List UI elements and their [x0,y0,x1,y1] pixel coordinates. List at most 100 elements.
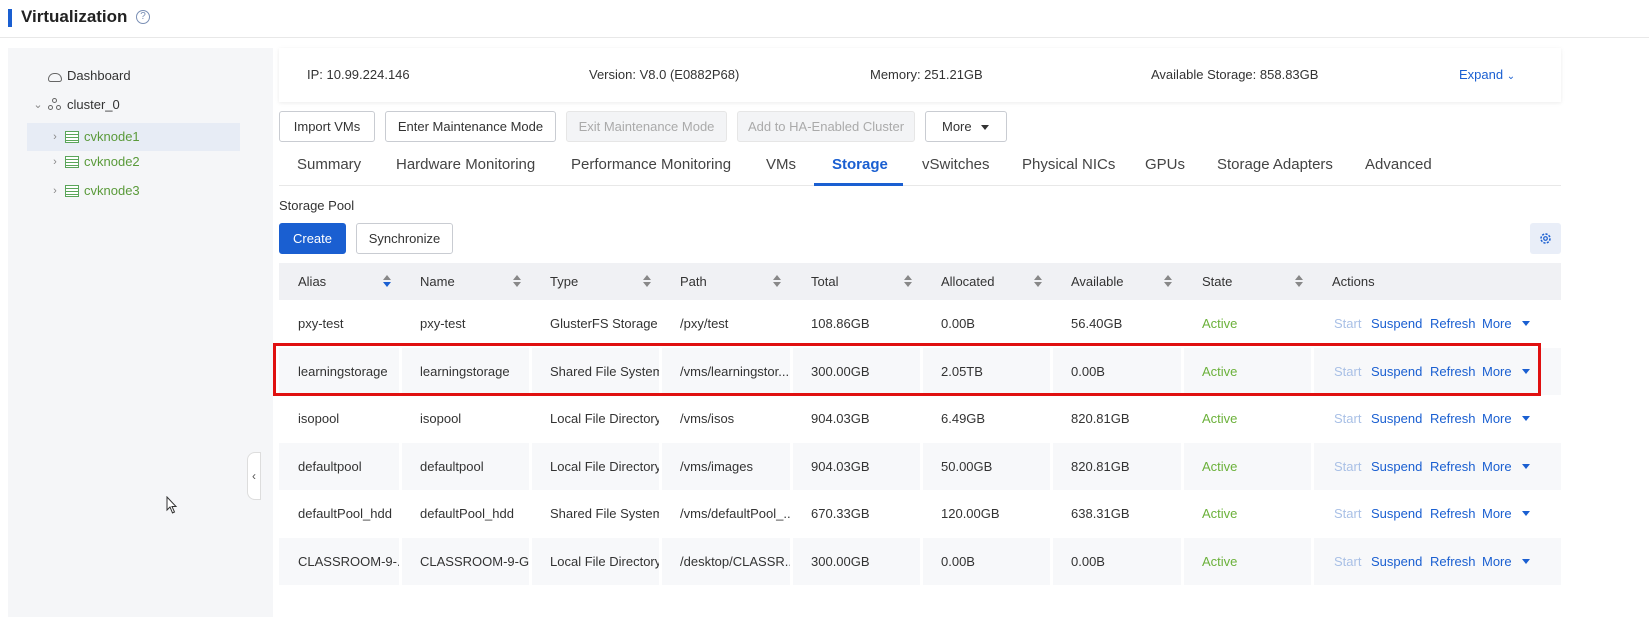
chevron-right-icon[interactable]: › [49,148,61,176]
chevron-right-icon[interactable]: › [49,123,61,151]
cell-state: Active [1202,506,1238,521]
gear-icon [1540,233,1551,244]
table-row[interactable]: isopool isopool Local File Directory/vms/i… [279,395,1561,443]
column-header-total[interactable]: Total [792,263,922,300]
caret-down-icon[interactable] [1522,511,1530,516]
more-action-link[interactable]: More [1482,490,1512,538]
exit-maintenance-button[interactable]: Exit Maintenance Mode [566,111,727,142]
column-header-type[interactable]: Type [531,263,661,300]
tab-advanced[interactable]: Advanced [1365,156,1432,173]
table-row[interactable]: CLASSROOM-9-... CLASSROOM-9-G... Local Fil… [279,537,1561,586]
column-divider [1050,442,1053,490]
tree-item-dashboard[interactable]: Dashboard [48,62,268,90]
create-button[interactable]: Create [279,223,346,254]
refresh-action-link[interactable]: Refresh [1430,300,1476,348]
column-divider [920,442,923,490]
column-divider [399,490,402,538]
enter-maintenance-button[interactable]: Enter Maintenance Mode [385,111,556,142]
sort-icon[interactable] [904,275,913,288]
tree-item-cvknode2[interactable]: › cvknode2 [27,148,240,176]
column-header-available[interactable]: Available [1052,263,1182,300]
suspend-action-link[interactable]: Suspend [1371,300,1422,348]
tab-storage-adapters[interactable]: Storage Adapters [1217,156,1333,173]
tab-vms[interactable]: VMs [766,156,796,173]
suspend-action-link[interactable]: Suspend [1371,538,1422,586]
tab-storage[interactable]: Storage [832,156,888,173]
tree-item-cvknode1[interactable]: › cvknode1 [27,123,240,151]
column-divider [659,537,662,585]
tree-item-cluster[interactable]: ⌄ cluster_0 [32,91,268,119]
sidebar-collapse-handle[interactable]: ‹ [247,452,261,500]
column-header-state[interactable]: State [1183,263,1313,300]
refresh-action-link[interactable]: Refresh [1430,395,1476,443]
expand-link[interactable]: Expand ⌄ [1459,67,1515,82]
cell-allocated: 50.00GB [941,458,993,474]
suspend-action-link[interactable]: Suspend [1371,490,1422,538]
sort-icon[interactable] [773,275,782,288]
cell-name: CLASSROOM-9-G... [420,553,531,569]
more-action-link[interactable]: More [1482,300,1512,348]
column-divider [1181,300,1184,348]
caret-down-icon[interactable] [1522,321,1530,326]
column-divider [529,490,532,538]
caret-down-icon[interactable] [1522,463,1530,469]
cell-allocated: 0.00B [941,553,975,569]
start-action-link[interactable]: Start [1334,490,1361,538]
table-row[interactable]: defaultPool_hdd defaultPool_hdd Shared Fil… [279,490,1561,538]
table-row[interactable]: pxy-test pxy-test GlusterFS Storage/pxy/te… [279,300,1561,348]
tab-vswitches[interactable]: vSwitches [922,156,990,173]
column-divider [529,300,532,348]
synchronize-button[interactable]: Synchronize [356,223,453,254]
host-memory: Memory: 251.21GB [870,67,983,82]
column-header-label: State [1202,274,1233,289]
column-divider [399,537,402,585]
start-action-link[interactable]: Start [1334,300,1361,348]
tab-hardware-monitoring[interactable]: Hardware Monitoring [396,156,535,173]
page-header: Virtualization ? [0,0,1649,38]
column-header-path[interactable]: Path [661,263,791,300]
tab-gpus[interactable]: GPUs [1145,156,1185,173]
tab-performance-monitoring[interactable]: Performance Monitoring [571,156,731,173]
cell-name: isopool [420,411,462,426]
start-action-link[interactable]: Start [1334,443,1361,491]
tree-item-label: cvknode3 [84,183,140,198]
start-action-link[interactable]: Start [1334,395,1361,443]
add-ha-cluster-button[interactable]: Add to HA-Enabled Cluster [737,111,915,142]
sort-icon[interactable] [643,275,652,288]
more-action-link[interactable]: More [1482,395,1512,443]
more-action-link[interactable]: More [1482,538,1512,586]
column-header-alias[interactable]: Alias [279,263,409,300]
column-divider [529,395,532,443]
cell-total: 300.00GB [811,553,870,569]
suspend-action-link[interactable]: Suspend [1371,443,1422,491]
tab-summary[interactable]: Summary [297,156,361,173]
sort-icon[interactable] [1295,275,1304,288]
more-dropdown-button[interactable]: More [925,111,1007,142]
sort-icon[interactable] [1034,275,1043,288]
refresh-action-link[interactable]: Refresh [1430,490,1476,538]
refresh-action-link[interactable]: Refresh [1430,538,1476,586]
import-vms-button[interactable]: Import VMs [279,111,375,142]
start-action-link[interactable]: Start [1334,538,1361,586]
column-divider [1181,537,1184,585]
column-header-name[interactable]: Name [401,263,531,300]
sort-icon[interactable] [1164,275,1173,288]
help-icon[interactable]: ? [136,10,150,24]
table-row[interactable]: defaultpool defaultpool Local File Directo… [279,442,1561,491]
more-action-link[interactable]: More [1482,443,1512,491]
column-header-allocated[interactable]: Allocated [922,263,1052,300]
sort-icon[interactable] [383,275,392,288]
tab-physical-nics[interactable]: Physical NICs [1022,156,1115,173]
chevron-right-icon[interactable]: › [49,177,61,205]
sort-icon[interactable] [513,275,522,288]
refresh-action-link[interactable]: Refresh [1430,443,1476,491]
caret-down-icon[interactable] [1522,416,1530,421]
chevron-down-icon[interactable]: ⌄ [32,91,44,119]
host-icon [65,185,79,197]
column-settings-button[interactable] [1530,223,1561,254]
suspend-action-link[interactable]: Suspend [1371,395,1422,443]
caret-down-icon[interactable] [1522,558,1530,564]
tree-item-cvknode3[interactable]: › cvknode3 [27,177,240,205]
column-divider [1050,537,1053,585]
column-divider [920,395,923,443]
